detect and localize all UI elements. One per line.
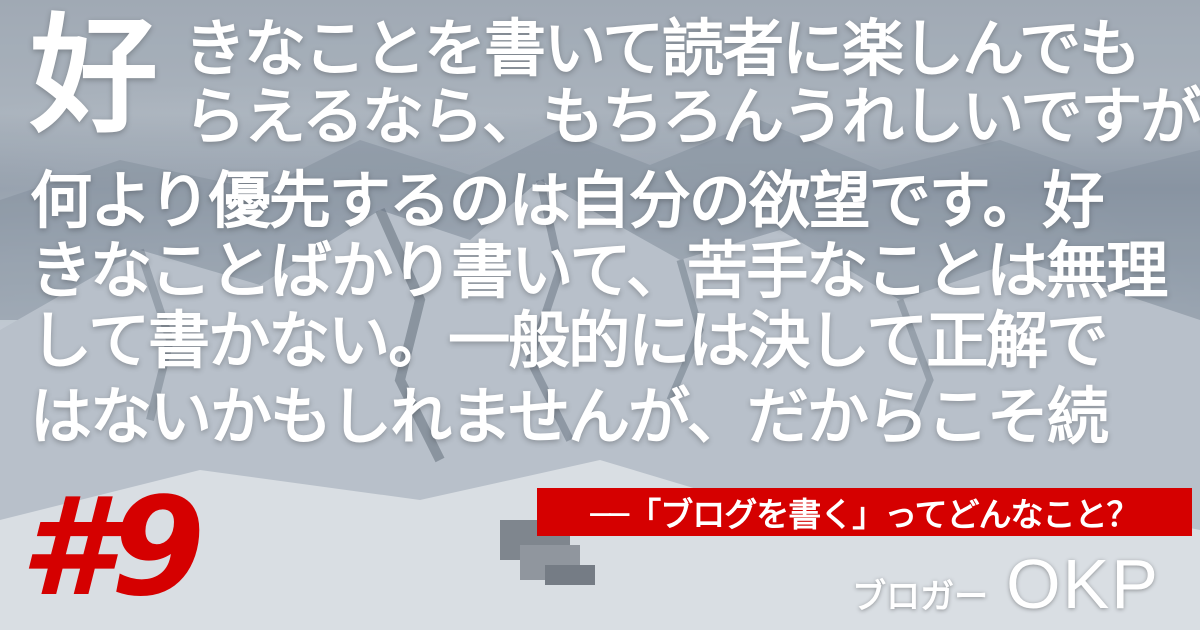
- quote-line: して書かない。一般的には決して正解で: [30, 304, 1108, 377]
- quote-block: 好 きなことを書いて読者に楽しんでも らえるなら、もちろんうれしいですが、 何よ…: [0, 0, 1200, 470]
- episode-number: #9: [20, 469, 205, 627]
- subtitle-banner: ──「ブログを書く」ってどんなこと？: [537, 488, 1192, 536]
- article-card: 好 きなことを書いて読者に楽しんでも らえるなら、もちろんうれしいですが、 何よ…: [0, 0, 1200, 630]
- subtitle-text: ──「ブログを書く」ってどんなこと？: [590, 495, 1139, 534]
- author-role: ブロガー: [852, 577, 989, 617]
- quote-line: きなことを書いて読者に楽しんでも: [184, 12, 1141, 85]
- quote-line: はないかもしれませんが、だからこそ続: [30, 380, 1109, 453]
- quote-line: らえるなら、もちろんうれしいですが、: [184, 80, 1200, 153]
- author-name: OKP: [1006, 545, 1160, 623]
- quote-line: 何より優先するのは自分の欲望です。好: [30, 164, 1105, 237]
- quote-first-character: 好: [30, 2, 159, 151]
- quote-line: きなことばかり書いて、苦手なことは無理: [30, 234, 1168, 307]
- author-credit: ブロガー OKP: [852, 544, 1160, 624]
